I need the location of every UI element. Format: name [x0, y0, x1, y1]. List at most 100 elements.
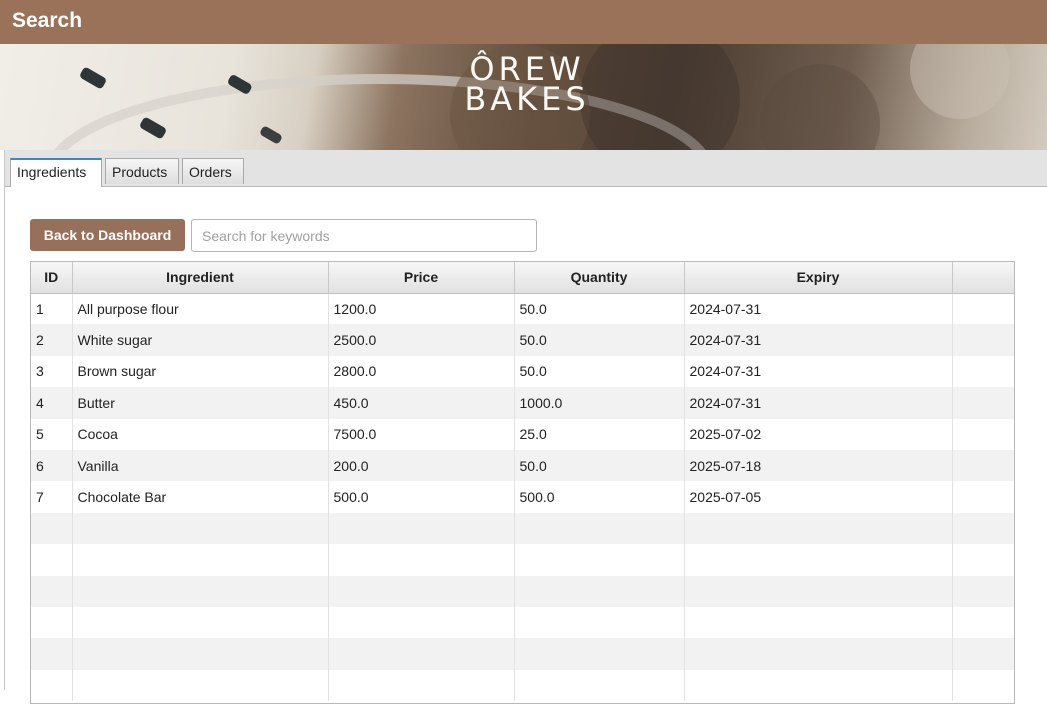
tab-products[interactable]: Products — [105, 158, 179, 184]
cell-expiry: 2024-07-31 — [684, 324, 953, 356]
cell-price: 500.0 — [328, 481, 515, 513]
cell-filler — [952, 355, 1014, 388]
cell-quantity — [514, 575, 685, 607]
cell-price — [328, 669, 515, 702]
cell-quantity: 25.0 — [514, 418, 685, 450]
cell-price: 450.0 — [328, 387, 515, 419]
cell-quantity — [514, 638, 685, 670]
cell-quantity: 50.0 — [514, 355, 685, 388]
tab-bar: Ingredients Products Orders — [5, 150, 1047, 187]
cell-filler — [952, 512, 1014, 545]
cell-quantity: 50.0 — [514, 449, 685, 482]
cell-price: 1200.0 — [328, 293, 515, 325]
tab-ingredients[interactable]: Ingredients — [10, 158, 102, 187]
table-empty-row — [31, 638, 1014, 670]
cell-ingredient: Cocoa — [72, 418, 329, 450]
cell-quantity: 50.0 — [514, 324, 685, 356]
cell-ingredient — [72, 669, 329, 702]
cell-id — [31, 669, 73, 702]
cell-quantity: 1000.0 — [514, 387, 685, 419]
cell-id: 5 — [31, 418, 73, 450]
cell-expiry — [684, 544, 953, 576]
table-body: 1 All purpose flour 1200.0 50.0 2024-07-31 2 W… — [31, 293, 1014, 702]
cell-expiry — [684, 606, 953, 639]
cell-price — [328, 638, 515, 670]
window-left-border — [4, 150, 5, 690]
column-header-price[interactable]: Price — [328, 262, 515, 294]
table-row[interactable]: 7 Chocolate Bar 500.0 500.0 2025-07-05 — [31, 481, 1014, 513]
cell-price: 2800.0 — [328, 355, 515, 388]
cell-expiry: 2024-07-31 — [684, 387, 953, 419]
cell-ingredient: All purpose flour — [72, 293, 329, 325]
column-header-id[interactable]: ID — [31, 262, 73, 294]
column-header-filler — [952, 262, 1014, 294]
table-row[interactable]: 4 Butter 450.0 1000.0 2024-07-31 — [31, 387, 1014, 419]
cell-ingredient: White sugar — [72, 324, 329, 356]
table-row[interactable]: 1 All purpose flour 1200.0 50.0 2024-07-31 — [31, 293, 1014, 325]
table-empty-row — [31, 512, 1014, 545]
cell-quantity: 500.0 — [514, 481, 685, 513]
cell-expiry — [684, 638, 953, 670]
cell-price — [328, 544, 515, 576]
cell-ingredient: Butter — [72, 387, 329, 419]
column-header-ingredient[interactable]: Ingredient — [72, 262, 329, 294]
cell-id: 7 — [31, 481, 73, 513]
back-to-dashboard-button[interactable]: Back to Dashboard — [30, 219, 185, 251]
brand-banner: ÔREW BAKES — [0, 44, 1047, 150]
cell-id — [31, 575, 73, 607]
cell-filler — [952, 575, 1014, 607]
table-row[interactable]: 6 Vanilla 200.0 50.0 2025-07-18 — [31, 449, 1014, 482]
table-empty-row — [31, 544, 1014, 576]
window-title: Search — [0, 0, 1047, 44]
cell-id — [31, 638, 73, 670]
cell-ingredient — [72, 512, 329, 545]
table-empty-row — [31, 606, 1014, 639]
cell-id: 6 — [31, 449, 73, 482]
table-row[interactable]: 2 White sugar 2500.0 50.0 2024-07-31 — [31, 324, 1014, 356]
table-empty-row — [31, 669, 1014, 702]
cell-ingredient: Chocolate Bar — [72, 481, 329, 513]
cell-filler — [952, 638, 1014, 670]
cell-expiry: 2025-07-02 — [684, 418, 953, 450]
cell-quantity — [514, 512, 685, 545]
cell-filler — [952, 418, 1014, 450]
cell-price: 7500.0 — [328, 418, 515, 450]
ingredients-table[interactable]: ID Ingredient Price Quantity Expiry 1 All… — [30, 261, 1015, 704]
cell-expiry — [684, 669, 953, 702]
cell-ingredient — [72, 575, 329, 607]
column-header-quantity[interactable]: Quantity — [514, 262, 685, 294]
cell-expiry: 2025-07-18 — [684, 449, 953, 482]
cell-id: 1 — [31, 293, 73, 325]
cell-quantity — [514, 669, 685, 702]
cell-ingredient: Vanilla — [72, 449, 329, 482]
cell-id: 3 — [31, 355, 73, 388]
cell-filler — [952, 449, 1014, 482]
cell-id — [31, 512, 73, 545]
cell-price — [328, 512, 515, 545]
cell-price: 2500.0 — [328, 324, 515, 356]
cell-quantity — [514, 544, 685, 576]
cell-expiry: 2024-07-31 — [684, 355, 953, 388]
cell-id: 4 — [31, 387, 73, 419]
cell-quantity: 50.0 — [514, 293, 685, 325]
cell-ingredient — [72, 606, 329, 639]
table-row[interactable]: 3 Brown sugar 2800.0 50.0 2024-07-31 — [31, 355, 1014, 388]
drew-bakes-logo: ÔREW BAKES — [464, 50, 590, 118]
search-input[interactable] — [191, 219, 537, 252]
cell-filler — [952, 293, 1014, 325]
tab-orders[interactable]: Orders — [182, 158, 244, 184]
cell-expiry — [684, 575, 953, 607]
cell-filler — [952, 544, 1014, 576]
cell-filler — [952, 606, 1014, 639]
cell-price: 200.0 — [328, 449, 515, 482]
cell-ingredient — [72, 544, 329, 576]
cell-expiry: 2024-07-31 — [684, 293, 953, 325]
cell-filler — [952, 481, 1014, 513]
column-header-expiry[interactable]: Expiry — [684, 262, 953, 294]
cell-id — [31, 606, 73, 639]
cell-filler — [952, 669, 1014, 702]
table-header-row: ID Ingredient Price Quantity Expiry — [31, 262, 1014, 294]
cell-filler — [952, 324, 1014, 356]
cell-expiry — [684, 512, 953, 545]
table-row[interactable]: 5 Cocoa 7500.0 25.0 2025-07-02 — [31, 418, 1014, 450]
